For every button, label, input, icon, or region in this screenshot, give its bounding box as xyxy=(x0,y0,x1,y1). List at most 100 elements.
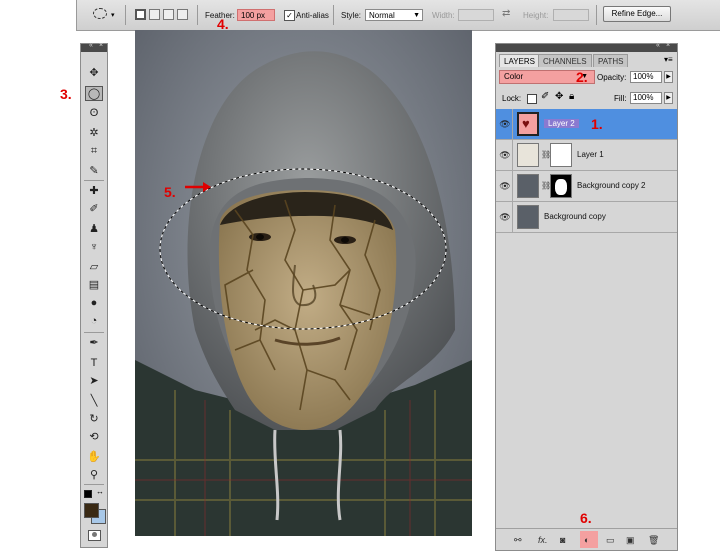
link-layers-icon[interactable]: ⚯ xyxy=(514,535,522,546)
line-tool[interactable]: ╲ xyxy=(85,394,103,409)
lasso-tool-icon: ʘ xyxy=(89,107,99,119)
fill-slider-arrow-icon[interactable]: ▶ xyxy=(664,92,673,104)
options-bar: ▾ Feather: 100 px ✓ Anti-alias Style: No… xyxy=(76,0,720,31)
3d-orbit-tool[interactable]: ⟲ xyxy=(85,430,103,445)
new-group-icon[interactable]: ▭ xyxy=(606,535,615,546)
lock-transparency-icon[interactable] xyxy=(527,94,537,104)
hand-tool-icon: ✋ xyxy=(87,451,101,463)
layer-name[interactable]: Layer 2 xyxy=(544,119,579,128)
pen-tool[interactable]: ✒ xyxy=(85,336,103,351)
layer-mask-thumbnail xyxy=(550,174,572,198)
opacity-label: Opacity: xyxy=(597,73,627,82)
feather-input[interactable]: 100 px xyxy=(237,9,275,21)
width-input xyxy=(458,9,494,21)
path-selection-tool[interactable]: ➤ xyxy=(85,374,103,389)
preset-dropdown-arrow-icon[interactable]: ▾ xyxy=(111,11,115,19)
3d-rotate-tool[interactable]: ↻ xyxy=(85,412,103,427)
quick-mask-icon xyxy=(92,532,97,537)
panel-menu-icon[interactable]: ▾≡ xyxy=(664,55,673,64)
tab-paths[interactable]: PATHS xyxy=(593,54,629,67)
close-icon[interactable]: × xyxy=(666,42,670,49)
blur-tool[interactable]: ● xyxy=(85,296,103,311)
opacity-input[interactable]: 100% xyxy=(630,71,662,83)
add-mask-icon[interactable]: ◙ xyxy=(560,535,565,545)
layer-name[interactable]: Background copy 2 xyxy=(577,181,646,190)
clone-stamp-tool-icon: ♟ xyxy=(89,223,99,235)
dodge-tool[interactable]: ◔ xyxy=(85,314,103,329)
tools-divider xyxy=(84,332,104,333)
brush-tool[interactable]: ✐ xyxy=(85,202,103,217)
lock-pixels-icon[interactable]: ✐ xyxy=(541,91,549,102)
callout-4: 4. xyxy=(217,16,229,32)
collapse-icon[interactable]: « xyxy=(89,42,93,49)
crop-tool[interactable]: ⌗ xyxy=(85,144,103,159)
callout-3: 3. xyxy=(60,86,72,102)
spot-healing-tool[interactable]: ✚ xyxy=(85,184,103,199)
eyedropper-tool-icon: ✎ xyxy=(89,165,99,177)
style-label: Style: xyxy=(341,11,362,20)
eyedropper-tool[interactable]: ✎ xyxy=(85,164,103,179)
swap-colors-icon[interactable]: ↔ xyxy=(96,487,104,496)
lock-position-icon[interactable]: ✥ xyxy=(555,91,563,102)
history-brush-tool[interactable]: ♆ xyxy=(85,240,103,255)
lasso-tool[interactable]: ʘ xyxy=(85,106,103,121)
layer-row-background-copy-2[interactable]: 👁︎ ⛓ Background copy 2 xyxy=(496,171,677,202)
tab-layers[interactable]: LAYERS xyxy=(499,54,540,67)
delete-layer-icon[interactable]: 🗑︎ xyxy=(648,535,659,546)
visibility-eye-icon[interactable]: 👁︎ xyxy=(498,140,513,170)
layers-panel-header[interactable]: « × xyxy=(496,42,677,52)
close-icon[interactable]: × xyxy=(99,42,103,49)
fill-input[interactable]: 100% xyxy=(630,92,662,104)
layer-name[interactable]: Background copy xyxy=(544,212,606,221)
visibility-eye-icon[interactable]: 👁︎ xyxy=(498,202,513,232)
default-colors-icon[interactable] xyxy=(84,490,92,498)
opacity-slider-arrow-icon[interactable]: ▶ xyxy=(664,71,673,83)
document-canvas[interactable] xyxy=(135,30,472,536)
magic-wand-tool[interactable]: ✲ xyxy=(85,126,103,141)
layer-name[interactable]: Layer 1 xyxy=(577,150,604,159)
crop-tool-icon: ⌗ xyxy=(90,145,98,157)
tools-divider xyxy=(84,180,104,181)
collapse-icon[interactable]: « xyxy=(656,42,660,49)
style-select[interactable]: Normal ▼ xyxy=(365,9,423,21)
lock-all-icon[interactable]: 🔒︎ xyxy=(569,91,574,102)
intersect-selection-mode-button[interactable] xyxy=(177,9,188,20)
elliptical-marquee-preset-icon[interactable] xyxy=(93,8,107,19)
eraser-tool[interactable]: ▱ xyxy=(85,260,103,275)
layer-row-layer-2[interactable]: 👁︎ ♥ Layer 2 xyxy=(496,109,677,140)
visibility-eye-icon[interactable]: 👁︎ xyxy=(498,171,513,201)
add-to-selection-mode-button[interactable] xyxy=(149,9,160,20)
move-tool[interactable]: ✥ xyxy=(85,66,103,81)
clone-stamp-tool[interactable]: ♟ xyxy=(85,222,103,237)
layer-row-layer-1[interactable]: 👁︎ ⛓ Layer 1 xyxy=(496,140,677,171)
layer-row-background-copy[interactable]: 👁︎ Background copy xyxy=(496,202,677,233)
new-layer-icon[interactable]: ▣ xyxy=(626,535,635,546)
tools-panel-header[interactable]: « × xyxy=(81,42,107,52)
type-tool[interactable]: T xyxy=(85,356,103,371)
quick-mask-button[interactable] xyxy=(88,530,101,541)
callout-6: 6. xyxy=(580,510,592,526)
layer-thumbnail xyxy=(517,174,539,198)
refine-edge-button[interactable]: Refine Edge... xyxy=(603,6,671,22)
3d-orbit-tool-icon: ⟲ xyxy=(89,431,99,443)
subtract-selection-mode-button[interactable] xyxy=(163,9,174,20)
tab-channels[interactable]: CHANNELS xyxy=(538,54,592,67)
visibility-eye-icon[interactable]: 👁︎ xyxy=(498,109,513,139)
layer-thumbnail: ♥ xyxy=(517,112,539,136)
foreground-color-swatch[interactable] xyxy=(84,503,99,518)
new-selection-mode-button[interactable] xyxy=(135,9,146,20)
gradient-tool[interactable]: ▤ xyxy=(85,278,103,293)
hand-tool[interactable]: ✋ xyxy=(85,450,103,465)
height-label: Height: xyxy=(523,11,549,20)
layer-style-fx-icon[interactable]: fx. xyxy=(538,535,548,545)
elliptical-marquee-tool[interactable]: ◯ xyxy=(85,86,103,101)
layer-thumbnail xyxy=(517,143,539,167)
tab-channels-label: CHANNELS xyxy=(543,57,587,66)
zoom-tool[interactable]: ⚲ xyxy=(85,468,103,483)
callout-1: 1. xyxy=(591,116,603,132)
pen-tool-icon: ✒ xyxy=(89,337,99,349)
layers-panel: « × LAYERS CHANNELS PATHS ▾≡ Color ▼ Opa… xyxy=(495,42,678,551)
antialias-checkbox[interactable]: ✓ xyxy=(284,10,295,21)
antialias-label: Anti-alias xyxy=(296,11,329,20)
heart-shape-icon: ♥ xyxy=(522,116,530,131)
